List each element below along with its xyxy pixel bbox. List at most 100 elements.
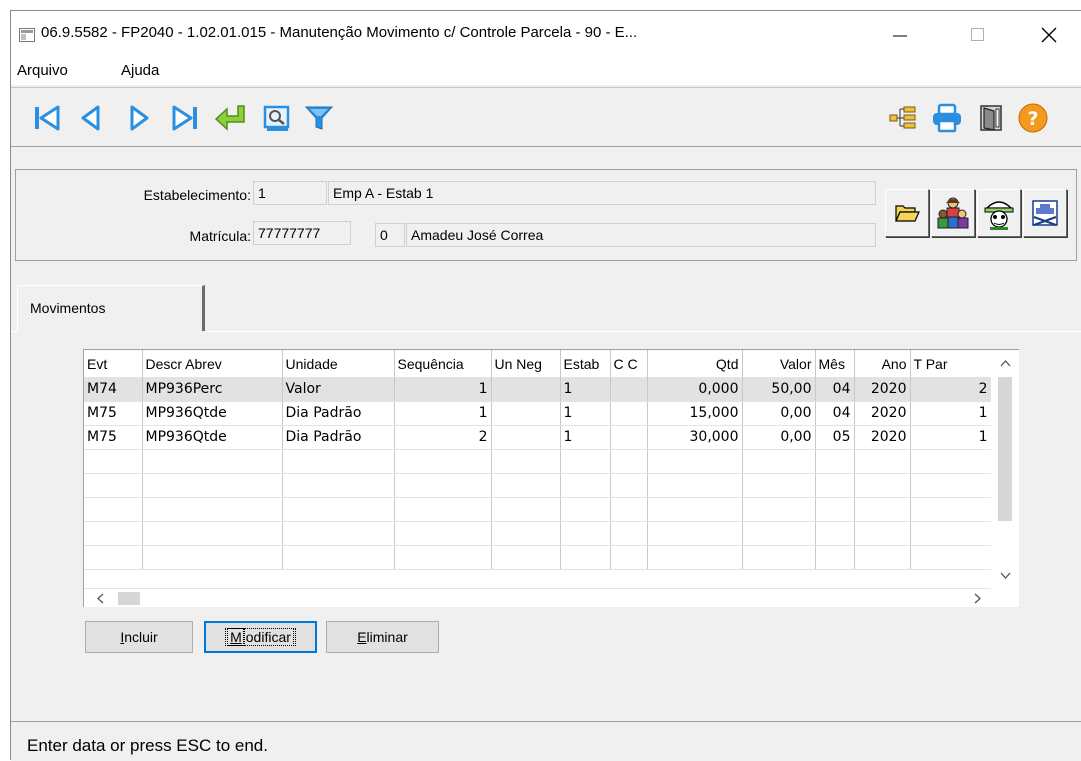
previous-record-icon <box>81 105 100 131</box>
close-icon <box>1041 27 1057 43</box>
column-header-valor[interactable]: Valor <box>742 350 816 377</box>
cell-valor: 0,00 <box>742 425 816 450</box>
scroll-right-icon[interactable] <box>974 593 982 604</box>
first-record-button[interactable] <box>29 100 65 136</box>
tree-button[interactable] <box>885 100 921 136</box>
print-icon <box>933 103 961 133</box>
cell-unidade: Dia Padrão <box>282 401 395 426</box>
exit-button[interactable] <box>973 100 1009 136</box>
zoom-button[interactable] <box>259 100 295 136</box>
column-header-mes[interactable]: Mês <box>815 350 855 377</box>
cell-evt: M74 <box>84 377 143 402</box>
modificar-label: Modificar <box>225 628 296 646</box>
app-icon <box>19 28 35 42</box>
cell-unidade: Valor <box>282 377 395 402</box>
scroll-left-icon[interactable] <box>96 593 104 604</box>
cell-descr-abrev: MP936Qtde <box>142 425 283 450</box>
close-button[interactable] <box>1026 19 1072 51</box>
column-header-unidade[interactable]: Unidade <box>282 350 395 377</box>
empty-row[interactable] <box>84 521 992 546</box>
next-record-icon <box>130 105 149 131</box>
horizontal-scroll-thumb[interactable] <box>118 592 140 605</box>
scroll-up-icon[interactable] <box>1000 359 1011 367</box>
exit-icon <box>980 105 1002 131</box>
vertical-scrollbar[interactable] <box>991 350 1019 588</box>
movimentos-grid[interactable]: Evt Descr Abrev Unidade Sequência Un Neg… <box>83 349 1019 607</box>
column-header-ano[interactable]: Ano <box>854 350 911 377</box>
empty-row[interactable] <box>84 545 992 570</box>
people-icon <box>937 197 969 229</box>
scroll-down-icon[interactable] <box>1000 572 1011 580</box>
cell-t-par: 1 <box>910 425 992 450</box>
incluir-label: Incluir <box>120 629 157 645</box>
menu-ajuda[interactable]: Ajuda <box>121 62 159 79</box>
cell-sequencia: 2 <box>394 425 492 450</box>
open-folder-button[interactable] <box>885 189 929 237</box>
horizontal-scrollbar[interactable] <box>84 588 991 607</box>
filter-icon <box>304 106 334 130</box>
table-row[interactable]: M75 MP936Qtde Dia Padrão 1 1 15,000 0,00… <box>84 401 992 426</box>
cell-descr-abrev: MP936Qtde <box>142 401 283 426</box>
matricula-field[interactable]: 77777777 <box>253 221 351 245</box>
modificar-button[interactable]: Modificar <box>204 621 317 653</box>
estabelecimento-name-field: Emp A - Estab 1 <box>328 181 876 205</box>
table-row[interactable]: M74 MP936Perc Valor 1 1 0,000 50,00 04 2… <box>84 377 992 402</box>
cell-t-par: 1 <box>910 401 992 426</box>
menu-bar: Arquivo Ajuda <box>11 57 1081 85</box>
maximize-button[interactable] <box>955 19 1001 51</box>
column-header-estab[interactable]: Estab <box>560 350 611 377</box>
cell-ano: 2020 <box>854 401 911 426</box>
cell-c-c <box>610 425 648 450</box>
column-header-c-c[interactable]: C C <box>610 350 648 377</box>
previous-record-button[interactable] <box>73 100 109 136</box>
table-row[interactable]: M75 MP936Qtde Dia Padrão 2 1 30,000 0,00… <box>84 425 992 450</box>
matricula-label: Matrícula: <box>189 228 251 244</box>
next-record-button[interactable] <box>121 100 157 136</box>
last-record-button[interactable] <box>167 100 203 136</box>
movimentos-table: Evt Descr Abrev Unidade Sequência Un Neg… <box>84 350 992 570</box>
return-button[interactable] <box>213 100 249 136</box>
vertical-scroll-thumb[interactable] <box>998 377 1012 521</box>
column-header-sequencia[interactable]: Sequência <box>394 350 492 377</box>
table-header-row: Evt Descr Abrev Unidade Sequência Un Neg… <box>84 350 992 377</box>
cell-evt: M75 <box>84 425 143 450</box>
zoom-icon <box>263 105 290 131</box>
column-header-evt[interactable]: Evt <box>84 350 143 377</box>
filter-button[interactable] <box>301 100 337 136</box>
detective-button[interactable] <box>977 189 1021 237</box>
tab-movimentos[interactable]: Movimentos <box>17 285 205 331</box>
cell-unidade: Dia Padrão <box>282 425 395 450</box>
eliminar-mnemonic: E <box>357 629 367 645</box>
cell-ano: 2020 <box>854 425 911 450</box>
detective-icon <box>984 201 1014 230</box>
return-icon <box>214 105 245 131</box>
incluir-button[interactable]: Incluir <box>85 621 193 653</box>
minimize-button[interactable] <box>877 19 923 51</box>
people-button[interactable] <box>931 189 975 237</box>
cell-c-c <box>610 377 648 402</box>
eliminar-label: Eliminar <box>357 629 408 645</box>
cell-mes: 04 <box>815 377 855 402</box>
empty-row[interactable] <box>84 497 992 522</box>
app-window: 06.9.5582 - FP2040 - 1.02.01.015 - Manut… <box>10 10 1081 761</box>
help-button[interactable]: ? <box>1015 100 1051 136</box>
empty-row[interactable] <box>84 449 992 474</box>
tab-movimentos-label: Movimentos <box>30 300 106 316</box>
film-button[interactable] <box>1023 189 1067 237</box>
maximize-icon <box>971 28 984 41</box>
estabelecimento-code-field[interactable]: 1 <box>253 181 327 205</box>
status-bar: Enter data or press ESC to end. <box>11 721 1081 761</box>
print-button[interactable] <box>929 100 965 136</box>
eliminar-button[interactable]: Eliminar <box>326 621 439 653</box>
column-header-descr-abrev[interactable]: Descr Abrev <box>142 350 283 377</box>
title-bar: 06.9.5582 - FP2040 - 1.02.01.015 - Manut… <box>11 11 1081 57</box>
column-header-un-neg[interactable]: Un Neg <box>491 350 561 377</box>
menu-arquivo[interactable]: Arquivo <box>17 62 68 79</box>
empty-row[interactable] <box>84 473 992 498</box>
eliminar-label-rest: liminar <box>366 629 408 645</box>
column-header-qtd[interactable]: Qtd <box>647 350 743 377</box>
incluir-label-rest: ncluir <box>124 629 158 645</box>
status-text: Enter data or press ESC to end. <box>27 736 268 755</box>
cell-ano: 2020 <box>854 377 911 402</box>
column-header-t-par[interactable]: T Par <box>910 350 992 377</box>
